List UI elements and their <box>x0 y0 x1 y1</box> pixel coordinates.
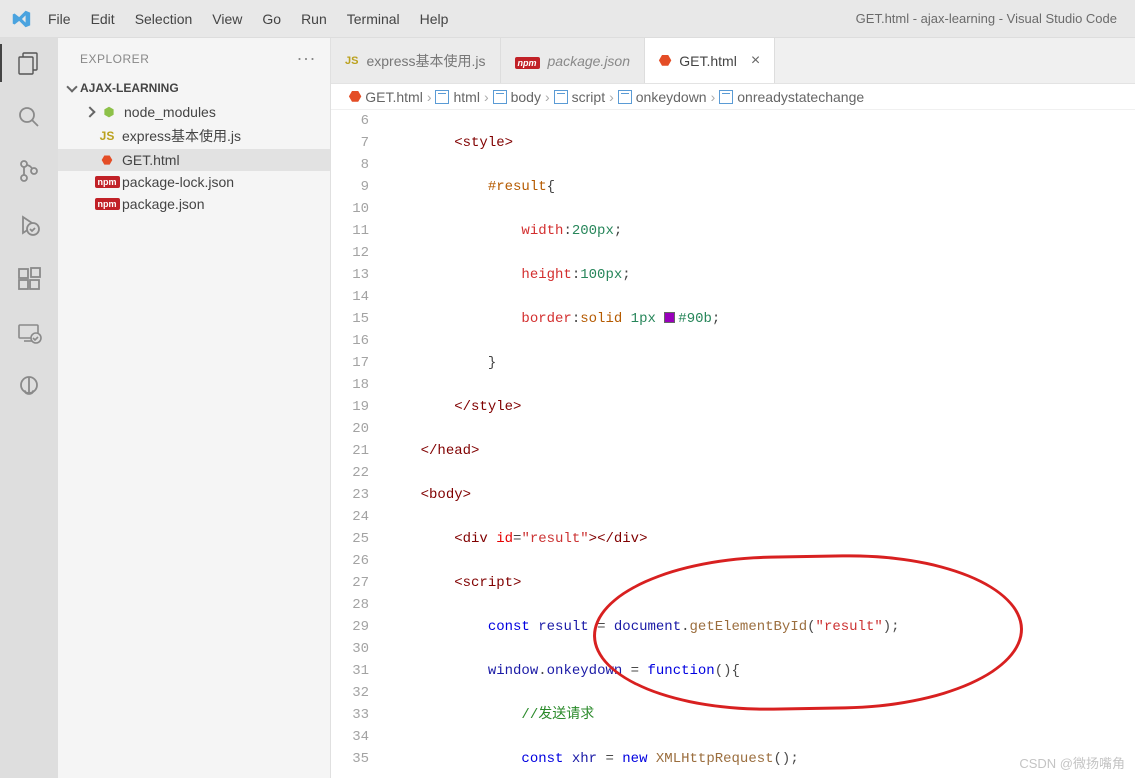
crumb[interactable]: html <box>453 89 479 105</box>
side-bar: EXPLORER ··· AJAX-LEARNING ⬢ node_module… <box>58 38 331 778</box>
tree-item-package-json[interactable]: npm package.json <box>58 193 330 215</box>
folder-name: AJAX-LEARNING <box>80 81 179 95</box>
testing-icon[interactable] <box>14 372 44 402</box>
symbol-icon <box>618 90 632 104</box>
code-content[interactable]: <style> #result{ width:200px; height:100… <box>387 110 1135 778</box>
symbol-icon <box>719 90 733 104</box>
tree-label: package.json <box>122 196 205 212</box>
tree-label: node_modules <box>124 104 216 120</box>
title-bar: File Edit Selection View Go Run Terminal… <box>0 0 1135 38</box>
folder-icon: ⬢ <box>100 105 118 119</box>
vscode-icon <box>10 8 32 30</box>
tree-label: express基本使用.js <box>122 126 241 146</box>
crumb[interactable]: script <box>572 89 605 105</box>
tab-get-html[interactable]: ⬣ GET.html × <box>645 38 775 83</box>
npm-icon: npm <box>515 53 540 69</box>
html-icon: ⬣ <box>659 52 671 69</box>
tree-item-express-js[interactable]: JS express基本使用.js <box>58 123 330 149</box>
tree-item-node-modules[interactable]: ⬢ node_modules <box>58 101 330 123</box>
crumb[interactable]: body <box>511 89 541 105</box>
menu-go[interactable]: Go <box>262 11 281 27</box>
breadcrumb[interactable]: ⬣ GET.html › html › body › script › onke… <box>331 84 1135 110</box>
tree-label: GET.html <box>122 152 180 168</box>
source-control-icon[interactable] <box>14 156 44 186</box>
editor[interactable]: 6789101112131415161718192021222324252627… <box>331 110 1135 778</box>
debug-icon[interactable] <box>14 210 44 240</box>
js-icon: JS <box>98 129 116 143</box>
tree-label: package-lock.json <box>122 174 234 190</box>
html-icon: ⬣ <box>98 153 116 167</box>
menu-view[interactable]: View <box>212 11 242 27</box>
tab-label: express基本使用.js <box>366 51 485 71</box>
js-icon: JS <box>345 55 358 67</box>
window-title: GET.html - ajax-learning - Visual Studio… <box>448 11 1125 26</box>
tab-express-js[interactable]: JS express基本使用.js <box>331 38 501 83</box>
file-tree: ⬢ node_modules JS express基本使用.js ⬣ GET.h… <box>58 99 330 217</box>
search-icon[interactable] <box>14 102 44 132</box>
watermark: CSDN @微扬嘴角 <box>1019 753 1125 772</box>
more-icon[interactable]: ··· <box>297 48 316 69</box>
chevron-right-icon <box>84 106 95 117</box>
npm-icon: npm <box>98 176 116 188</box>
explorer-title: EXPLORER <box>80 52 149 66</box>
symbol-icon <box>554 90 568 104</box>
menu-bar: File Edit Selection View Go Run Terminal… <box>48 11 448 27</box>
crumb[interactable]: onkeydown <box>636 89 707 105</box>
folder-header[interactable]: AJAX-LEARNING <box>58 77 330 99</box>
close-icon[interactable]: × <box>751 52 760 70</box>
menu-selection[interactable]: Selection <box>135 11 193 27</box>
symbol-icon <box>435 90 449 104</box>
chevron-down-icon <box>66 81 77 92</box>
gutter: 6789101112131415161718192021222324252627… <box>331 110 387 778</box>
crumb[interactable]: GET.html <box>365 89 423 105</box>
explorer-icon[interactable] <box>14 48 44 78</box>
menu-help[interactable]: Help <box>420 11 449 27</box>
npm-icon: npm <box>98 198 116 210</box>
tab-label: package.json <box>548 53 631 69</box>
editor-area: JS express基本使用.js npm package.json ⬣ GET… <box>331 38 1135 778</box>
tab-package-json[interactable]: npm package.json <box>501 38 646 83</box>
activity-bar <box>0 38 58 778</box>
crumb[interactable]: onreadystatechange <box>737 89 864 105</box>
tree-item-package-lock[interactable]: npm package-lock.json <box>58 171 330 193</box>
extensions-icon[interactable] <box>14 264 44 294</box>
html-icon: ⬣ <box>349 88 361 105</box>
menu-file[interactable]: File <box>48 11 71 27</box>
menu-run[interactable]: Run <box>301 11 327 27</box>
tree-item-get-html[interactable]: ⬣ GET.html <box>58 149 330 171</box>
tabs: JS express基本使用.js npm package.json ⬣ GET… <box>331 38 1135 84</box>
menu-terminal[interactable]: Terminal <box>347 11 400 27</box>
tab-label: GET.html <box>679 53 737 69</box>
remote-icon[interactable] <box>14 318 44 348</box>
menu-edit[interactable]: Edit <box>91 11 115 27</box>
symbol-icon <box>493 90 507 104</box>
